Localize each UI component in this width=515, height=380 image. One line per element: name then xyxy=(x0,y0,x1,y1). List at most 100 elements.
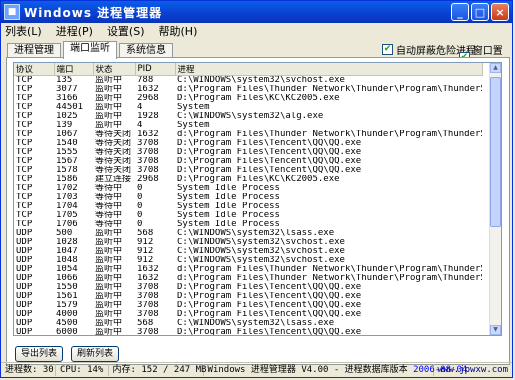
table-row[interactable]: UDP 1561 监听中 3708 D:\Program Files\Tencent\Q… xyxy=(14,292,482,301)
port-list[interactable]: 协议 端口 状态 PID 进程 TCP 135 监听中 788 C:\WINDOWS\s… xyxy=(13,62,502,336)
menu-process[interactable]: 进程(P) xyxy=(56,23,93,39)
table-row[interactable]: UDP 4500 监听中 568 C:\WINDOWS\system32\lsass.e… xyxy=(14,319,482,328)
column-header-state[interactable]: 状态 xyxy=(93,63,136,76)
cell-protocol: TCP xyxy=(16,148,33,157)
cell-port: 1702 xyxy=(56,184,78,193)
table-row[interactable]: TCP 1578 等待关闭 3708 D:\Program Files\Tencent\… xyxy=(14,166,482,175)
column-header-port[interactable]: 端口 xyxy=(54,63,94,76)
table-row[interactable]: UDP 500 监听中 568 C:\WINDOWS\system32\lsass.ex… xyxy=(14,229,482,238)
menu-list[interactable]: 列表(L) xyxy=(5,23,42,39)
cell-protocol: TCP xyxy=(16,130,33,139)
tab-port-monitor[interactable]: 端口监听 xyxy=(63,41,117,59)
refresh-list-button[interactable]: 刷新列表 xyxy=(71,346,120,362)
table-row[interactable]: TCP 3166 监听中 2968 D:\Program Files\KC\KC2005… xyxy=(14,94,482,103)
tab-system-info[interactable]: 系统信息 xyxy=(119,43,173,58)
table-row[interactable]: TCP 1705 等待中 0 System Idle Process xyxy=(14,211,482,220)
cell-pid: 1928 xyxy=(137,112,159,121)
table-row[interactable]: UDP 1047 监听中 912 C:\WINDOWS\system32\svchost… xyxy=(14,247,482,256)
table-body: TCP 135 监听中 788 C:\WINDOWS\system32\svchost.… xyxy=(14,76,482,336)
status-version-text: Windows 进程管理器 V4.00 - 进程数据库版本 xyxy=(207,365,408,375)
window-title: Windows 进程管理器 xyxy=(24,5,163,20)
cell-process: D:\Program Files\Tencent\QQ\QQ.exe xyxy=(177,283,362,292)
export-list-button[interactable]: 导出列表 xyxy=(15,346,64,362)
column-header-pid[interactable]: PID xyxy=(135,63,176,76)
column-header-process[interactable]: 进程 xyxy=(175,63,483,76)
column-header-protocol[interactable]: 协议 xyxy=(14,63,55,76)
cell-pid: 2968 xyxy=(137,94,159,103)
table-row[interactable]: UDP 1054 监听中 1632 d:\Program Files\Thunder N… xyxy=(14,265,482,274)
table-row[interactable]: TCP 1703 等待中 0 System Idle Process xyxy=(14,193,482,202)
vertical-scrollbar[interactable]: ▲ ▼ xyxy=(489,63,501,335)
app-window: ■ Windows 进程管理器 _ □ × 列表(L) 进程(P) 设置(S) … xyxy=(0,0,513,378)
cell-protocol: TCP xyxy=(16,103,33,112)
menu-bar: 列表(L) 进程(P) 设置(S) 帮助(H) xyxy=(1,23,512,39)
table-row[interactable]: UDP 1550 监听中 3708 D:\Program Files\Tencent\Q… xyxy=(14,283,482,292)
cell-process: System Idle Process xyxy=(177,193,280,202)
table-row[interactable]: UDP 6000 监听中 3708 D:\Program Files\Tencent\Q… xyxy=(14,328,482,336)
cell-state: 等待中 xyxy=(95,202,123,211)
status-version: Windows 进程管理器 V4.00 - 进程数据库版本 2006-08-04 xyxy=(204,364,467,376)
cell-port: 1054 xyxy=(56,265,78,274)
table-row[interactable]: TCP 1540 等待关闭 3708 D:\Program Files\Tencent\… xyxy=(14,139,482,148)
cell-state: 等待关闭 xyxy=(95,157,132,166)
scroll-up-button[interactable]: ▲ xyxy=(490,63,501,73)
cell-pid: 4 xyxy=(137,103,143,112)
table-row[interactable]: TCP 3077 监听中 1632 d:\Program Files\Thunder N… xyxy=(14,85,482,94)
checkbox-auto-block[interactable]: ✔ xyxy=(382,44,393,55)
table-row[interactable]: UDP 1028 监听中 912 C:\WINDOWS\system32\svchost… xyxy=(14,238,482,247)
cell-state: 监听中 xyxy=(95,75,123,85)
cell-protocol: UDP xyxy=(16,283,33,292)
title-bar[interactable]: ■ Windows 进程管理器 _ □ × xyxy=(1,1,512,23)
cell-pid: 3708 xyxy=(137,328,159,336)
table-row[interactable]: TCP 1567 等待关闭 3708 D:\Program Files\Tencent\… xyxy=(14,157,482,166)
table-row[interactable]: TCP 1067 等待关闭 1632 d:\Program Files\Thunder … xyxy=(14,130,482,139)
cell-pid: 0 xyxy=(137,184,143,193)
table-row[interactable]: TCP 1706 等待中 0 System Idle Process xyxy=(14,220,482,229)
cell-process: C:\WINDOWS\system32\lsass.exe xyxy=(177,319,335,328)
cell-state: 监听中 xyxy=(95,112,123,121)
menu-settings[interactable]: 设置(S) xyxy=(107,23,145,39)
cell-pid: 3708 xyxy=(137,157,159,166)
cell-protocol: TCP xyxy=(16,139,33,148)
cell-protocol: TCP xyxy=(16,112,33,121)
port-table: 协议 端口 状态 PID 进程 TCP 135 监听中 788 C:\WINDOWS\s… xyxy=(14,63,483,336)
table-row[interactable]: TCP 1555 等待关闭 3708 D:\Program Files\Tencent\… xyxy=(14,148,482,157)
tab-process-manage[interactable]: 进程管理 xyxy=(7,43,61,58)
menu-help[interactable]: 帮助(H) xyxy=(159,23,198,39)
cell-pid: 0 xyxy=(137,220,143,229)
table-row[interactable]: UDP 1066 监听中 1632 d:\Program Files\Thunder N… xyxy=(14,274,482,283)
cell-port: 4500 xyxy=(56,319,78,328)
cell-pid: 4 xyxy=(137,121,143,130)
status-website-link[interactable]: www.jpwxw.com xyxy=(434,364,512,376)
table-row[interactable]: TCP 1025 监听中 1928 C:\WINDOWS\system32\alg.ex… xyxy=(14,112,482,121)
cell-protocol: TCP xyxy=(16,211,33,220)
scroll-down-button[interactable]: ▼ xyxy=(490,325,501,335)
table-row[interactable]: TCP 135 监听中 788 C:\WINDOWS\system32\svchost.… xyxy=(14,76,482,86)
table-row[interactable]: TCP 1704 等待中 0 System Idle Process xyxy=(14,202,482,211)
table-row[interactable]: TCP 1702 等待中 0 System Idle Process xyxy=(14,184,482,193)
table-row[interactable]: TCP 1586 建立连接 2968 D:\Program Files\KC\KC200… xyxy=(14,175,482,184)
table-row[interactable]: UDP 4000 监听中 3708 D:\Program Files\Tencent\Q… xyxy=(14,310,482,319)
cell-protocol: UDP xyxy=(16,292,33,301)
cell-port: 1703 xyxy=(56,193,78,202)
minimize-button[interactable]: _ xyxy=(451,3,469,21)
cell-port: 1704 xyxy=(56,202,78,211)
cell-protocol: UDP xyxy=(16,247,33,256)
cell-state: 监听中 xyxy=(95,103,123,112)
table-row[interactable]: UDP 1579 监听中 3708 D:\Program Files\Tencent\Q… xyxy=(14,301,482,310)
table-row[interactable]: UDP 1048 监听中 912 C:\WINDOWS\system32\svchost… xyxy=(14,256,482,265)
scroll-thumb[interactable] xyxy=(490,77,501,227)
cell-protocol: UDP xyxy=(16,229,33,238)
cell-port: 139 xyxy=(56,121,73,130)
cell-pid: 3708 xyxy=(137,139,159,148)
table-row[interactable]: TCP 44501 监听中 4 System xyxy=(14,103,482,112)
cell-pid: 912 xyxy=(137,247,154,256)
cell-process: C:\WINDOWS\system32\svchost.exe xyxy=(177,247,345,256)
close-button[interactable]: × xyxy=(491,3,509,21)
table-row[interactable]: TCP 139 监听中 4 System xyxy=(14,121,482,130)
cell-pid: 1632 xyxy=(137,274,159,283)
cell-pid: 3708 xyxy=(137,301,159,310)
cell-state: 等待关闭 xyxy=(95,148,132,157)
maximize-button[interactable]: □ xyxy=(471,3,489,21)
cell-process: System Idle Process xyxy=(177,220,280,229)
